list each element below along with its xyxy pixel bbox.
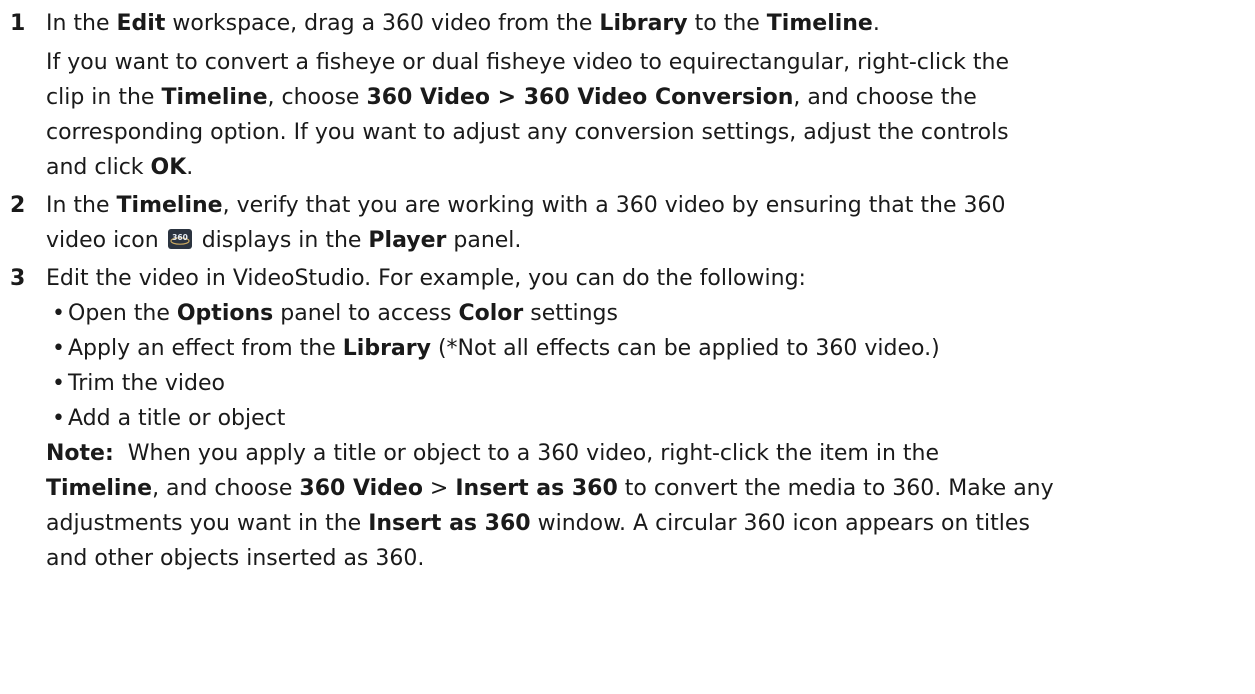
step-number: 1 — [10, 11, 26, 36]
step-3: 3 Edit the video in VideoStudio. For exa… — [0, 261, 1255, 576]
document: 1 In the Edit workspace, drag a 360 vide… — [0, 0, 1255, 576]
step-1-paragraph: If you want to convert a fisheye or dual… — [46, 50, 1010, 180]
step-2: 2 In the Timeline, verify that you are w… — [0, 188, 1255, 258]
step-number: 3 — [10, 266, 26, 291]
list-item: • Add a title or object — [52, 406, 286, 431]
note: Note: When you apply a title or object t… — [46, 441, 1054, 571]
step-number: 2 — [10, 193, 26, 218]
step-1: 1 In the Edit workspace, drag a 360 vide… — [0, 6, 1255, 185]
list-item: • Apply an effect from the Library (*Not … — [52, 336, 940, 361]
note-label: Note: — [46, 441, 114, 466]
step-3-intro: Edit the video in VideoStudio. For examp… — [46, 266, 806, 291]
step-1-instruction: In the Edit workspace, drag a 360 video … — [46, 11, 880, 36]
list-item: • Open the Options panel to access Color … — [52, 301, 618, 326]
360-icon-label: 360 — [172, 233, 188, 242]
bullet-list: • Open the Options panel to access Color … — [46, 296, 1243, 436]
360-video-icon: 360 — [167, 229, 192, 249]
list-item: • Trim the video — [52, 371, 225, 396]
